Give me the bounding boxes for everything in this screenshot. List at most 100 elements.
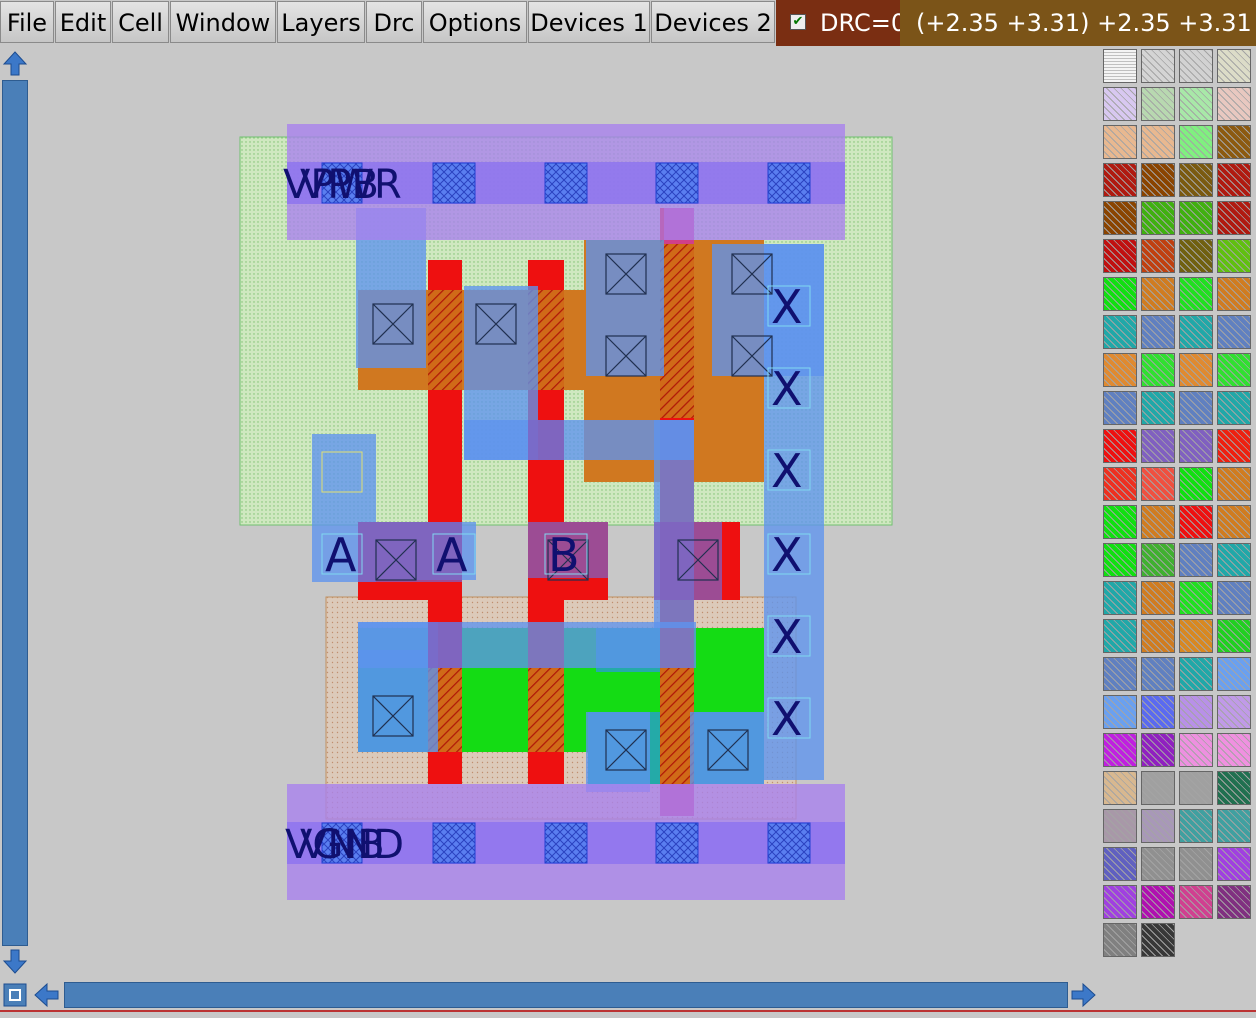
menu-options[interactable]: Options xyxy=(423,1,527,43)
layer-swatch[interactable] xyxy=(1141,353,1175,387)
layout-canvas[interactable]: VPWR VPB VGND VNB A A B X X X X X X xyxy=(30,46,1100,980)
layer-swatch[interactable] xyxy=(1103,619,1137,653)
layer-swatch[interactable] xyxy=(1141,771,1175,805)
layer-swatch[interactable] xyxy=(1179,885,1213,919)
layer-swatch[interactable] xyxy=(1103,695,1137,729)
layer-swatch[interactable] xyxy=(1217,505,1251,539)
layer-swatch[interactable] xyxy=(1103,847,1137,881)
layer-swatch[interactable] xyxy=(1179,163,1213,197)
horizontal-scrollbar[interactable] xyxy=(30,980,1102,1010)
layer-swatch[interactable] xyxy=(1103,809,1137,843)
layer-swatch[interactable] xyxy=(1179,277,1213,311)
layer-swatch[interactable] xyxy=(1179,695,1213,729)
layer-swatch[interactable] xyxy=(1179,315,1213,349)
layer-swatch[interactable] xyxy=(1103,353,1137,387)
layer-swatch[interactable] xyxy=(1141,163,1175,197)
layer-swatch[interactable] xyxy=(1217,733,1251,767)
layer-swatch[interactable] xyxy=(1217,87,1251,121)
menu-cell[interactable]: Cell xyxy=(112,1,169,43)
layer-swatch[interactable] xyxy=(1141,277,1175,311)
layer-swatch[interactable] xyxy=(1217,277,1251,311)
layer-swatch[interactable] xyxy=(1141,923,1175,957)
layer-swatch[interactable] xyxy=(1179,201,1213,235)
layer-swatch[interactable] xyxy=(1217,847,1251,881)
layer-swatch[interactable] xyxy=(1141,543,1175,577)
scroll-up-arrow-icon[interactable] xyxy=(1,49,29,77)
layer-swatch[interactable] xyxy=(1217,809,1251,843)
layer-swatch[interactable] xyxy=(1103,885,1137,919)
menu-edit[interactable]: Edit xyxy=(55,1,111,43)
scroll-left-arrow-icon[interactable] xyxy=(32,981,60,1009)
layer-swatch[interactable] xyxy=(1103,239,1137,273)
layer-swatch[interactable] xyxy=(1217,391,1251,425)
scroll-right-arrow-icon[interactable] xyxy=(1070,981,1098,1009)
layer-swatch[interactable] xyxy=(1217,771,1251,805)
layer-swatch[interactable] xyxy=(1217,49,1251,83)
layer-swatch[interactable] xyxy=(1103,771,1137,805)
scroll-down-arrow-icon[interactable] xyxy=(1,948,29,976)
layer-swatch[interactable] xyxy=(1141,429,1175,463)
layer-swatch[interactable] xyxy=(1103,201,1137,235)
layer-swatch[interactable] xyxy=(1103,733,1137,767)
menu-file[interactable]: File xyxy=(0,1,54,43)
layer-swatch[interactable] xyxy=(1217,315,1251,349)
layer-swatch[interactable] xyxy=(1179,505,1213,539)
layer-swatch[interactable] xyxy=(1141,695,1175,729)
layer-swatch[interactable] xyxy=(1217,125,1251,159)
layer-swatch[interactable] xyxy=(1179,353,1213,387)
layer-swatch[interactable] xyxy=(1141,581,1175,615)
layer-swatch[interactable] xyxy=(1179,543,1213,577)
menu-devices-2[interactable]: Devices 2 xyxy=(651,1,775,43)
layer-swatch[interactable] xyxy=(1141,467,1175,501)
layer-swatch[interactable] xyxy=(1217,467,1251,501)
layer-swatch[interactable] xyxy=(1179,429,1213,463)
layer-swatch[interactable] xyxy=(1141,239,1175,273)
layer-swatch[interactable] xyxy=(1141,619,1175,653)
drc-toggle[interactable]: ✔ DRC=0 xyxy=(776,0,906,46)
layer-swatch[interactable] xyxy=(1103,923,1137,957)
layer-swatch[interactable] xyxy=(1179,49,1213,83)
layer-swatch[interactable] xyxy=(1217,163,1251,197)
layer-swatch[interactable] xyxy=(1217,353,1251,387)
layer-swatch[interactable] xyxy=(1141,125,1175,159)
layer-swatch[interactable] xyxy=(1217,239,1251,273)
layer-swatch[interactable] xyxy=(1179,581,1213,615)
layer-swatch[interactable] xyxy=(1179,771,1213,805)
horizontal-scroll-thumb[interactable] xyxy=(64,982,1068,1008)
layer-swatch[interactable] xyxy=(1179,619,1213,653)
layer-swatch[interactable] xyxy=(1179,809,1213,843)
layer-swatch[interactable] xyxy=(1217,885,1251,919)
layer-swatch[interactable] xyxy=(1103,505,1137,539)
layer-swatch[interactable] xyxy=(1103,277,1137,311)
layer-swatch[interactable] xyxy=(1179,87,1213,121)
layer-swatch[interactable] xyxy=(1103,87,1137,121)
layer-swatch[interactable] xyxy=(1179,391,1213,425)
layer-swatch[interactable] xyxy=(1103,467,1137,501)
layer-swatch[interactable] xyxy=(1141,657,1175,691)
layer-swatch[interactable] xyxy=(1141,315,1175,349)
layer-swatch[interactable] xyxy=(1217,581,1251,615)
layer-swatch[interactable] xyxy=(1179,239,1213,273)
menu-drc[interactable]: Drc xyxy=(366,1,422,43)
layer-swatch[interactable] xyxy=(1217,543,1251,577)
layer-swatch[interactable] xyxy=(1179,733,1213,767)
menu-window[interactable]: Window xyxy=(170,1,276,43)
layer-swatch[interactable] xyxy=(1217,657,1251,691)
layer-swatch[interactable] xyxy=(1141,809,1175,843)
layer-swatch[interactable] xyxy=(1179,467,1213,501)
layer-swatch[interactable] xyxy=(1141,201,1175,235)
zoom-fit-icon[interactable] xyxy=(1,981,29,1009)
layer-swatch[interactable] xyxy=(1179,657,1213,691)
menu-layers[interactable]: Layers xyxy=(277,1,365,43)
layout-drawing[interactable]: VPWR VPB VGND VNB A A B X X X X X X xyxy=(30,46,1100,980)
layer-swatch[interactable] xyxy=(1217,429,1251,463)
menu-devices-1[interactable]: Devices 1 xyxy=(528,1,650,43)
layer-swatch[interactable] xyxy=(1141,505,1175,539)
layer-swatch[interactable] xyxy=(1217,619,1251,653)
layer-swatch[interactable] xyxy=(1217,201,1251,235)
layer-swatch[interactable] xyxy=(1103,125,1137,159)
layer-swatch[interactable] xyxy=(1103,581,1137,615)
layer-swatch[interactable] xyxy=(1179,847,1213,881)
layer-swatch[interactable] xyxy=(1141,733,1175,767)
layer-swatch[interactable] xyxy=(1103,429,1137,463)
